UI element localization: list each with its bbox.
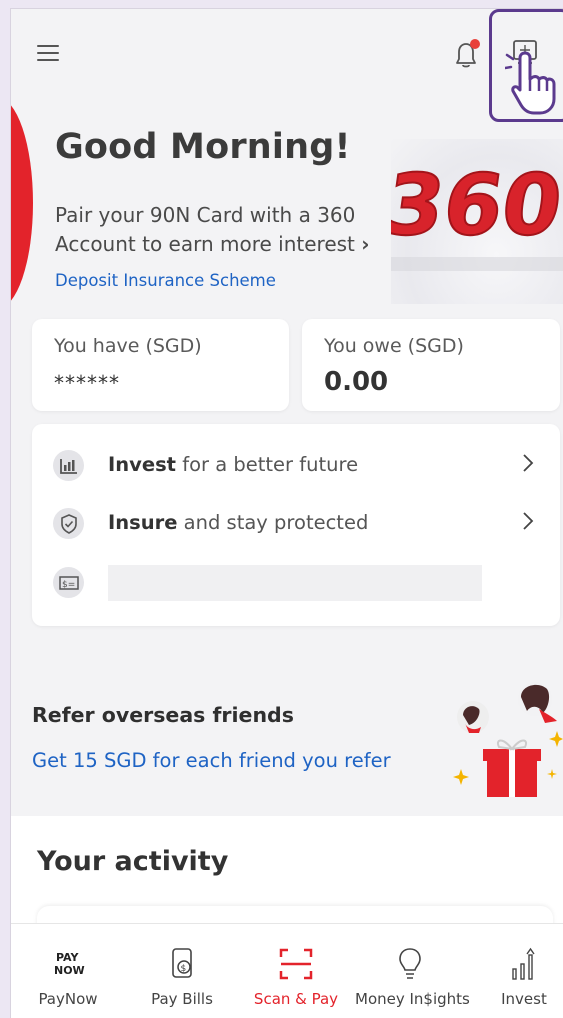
chevron-right-icon: › (361, 232, 370, 256)
you-owe-value: 0.00 (324, 367, 389, 397)
pointer-hand-icon (503, 45, 563, 121)
refer-title: Refer overseas friends (32, 703, 294, 727)
you-owe-card[interactable]: You owe (SGD) 0.00 (302, 319, 560, 411)
nav-scan-pay-label: Scan & Pay (253, 990, 339, 1008)
activity-title: Your activity (37, 846, 229, 877)
bill-dollar-icon: $ (172, 948, 192, 978)
you-have-value: ****** (54, 371, 120, 395)
nav-money-insights[interactable]: Money In$ights (355, 924, 470, 1018)
promo-360-graphic: 360 (391, 156, 563, 254)
insure-link-text: Insure and stay protected (108, 511, 369, 534)
svg-text:PAY: PAY (56, 951, 80, 964)
nav-invest-label: Invest (501, 990, 547, 1008)
nav-scan-pay[interactable]: Scan & Pay (241, 924, 351, 1018)
you-owe-label: You owe (SGD) (324, 335, 464, 357)
dollar-bill-icon: $= (53, 567, 84, 598)
invest-growth-icon (512, 947, 535, 980)
svg-text:$=: $= (62, 580, 75, 590)
refer-friends-link[interactable]: Get 15 SGD for each friend you refer (32, 749, 391, 772)
refer-gift-illustration (439, 677, 563, 805)
promo-message-link[interactable]: Pair your 90N Card with a 360 Account to… (55, 201, 385, 259)
svg-text:NOW: NOW (54, 964, 85, 977)
paynow-logo-icon: PAY NOW (54, 951, 85, 977)
nav-pay-bills-label: Pay Bills (151, 990, 213, 1008)
promo-360-banner[interactable]: 360 (378, 139, 563, 304)
quick-links-card: Invest for a better future Insure and st… (32, 424, 560, 626)
deposit-insurance-link[interactable]: Deposit Insurance Scheme (55, 271, 276, 290)
you-have-label: You have (SGD) (54, 335, 202, 357)
nav-money-insights-label: Money In$ights (355, 990, 470, 1008)
svg-text:$: $ (181, 964, 187, 974)
invest-link-row[interactable]: Invest for a better future (32, 441, 560, 489)
nav-invest[interactable]: Invest (469, 924, 563, 1018)
notification-bell-button[interactable] (449, 37, 483, 77)
insure-link-row[interactable]: Insure and stay protected (32, 499, 560, 547)
loading-placeholder (108, 565, 482, 601)
you-have-card[interactable]: You have (SGD) ****** (32, 319, 289, 411)
decorative-red-arc (11, 97, 33, 309)
notification-badge (470, 39, 480, 49)
nav-paynow[interactable]: PAY NOW PayNow (13, 924, 123, 1018)
app-screen: 360 Good Morning! Pair your 90N Card wit… (10, 8, 563, 1018)
lightbulb-icon (399, 948, 421, 979)
chevron-right-icon (523, 512, 534, 530)
nav-pay-bills[interactable]: $ Pay Bills (127, 924, 237, 1018)
bar-chart-icon (53, 450, 84, 481)
scan-frame-icon (279, 948, 313, 980)
bottom-navigation: PAY NOW PayNow $ Pay Bills Scan & Pay Mo… (11, 923, 563, 1018)
greeting-heading: Good Morning! (55, 127, 351, 167)
nav-paynow-label: PayNow (38, 990, 98, 1008)
chevron-right-icon (523, 454, 534, 472)
invest-link-text: Invest for a better future (108, 453, 359, 476)
shield-check-icon (53, 508, 84, 539)
hamburger-menu-icon[interactable] (37, 45, 59, 61)
promo-message: Pair your 90N Card with a 360 Account to… (55, 203, 356, 256)
bell-icon (456, 39, 480, 68)
